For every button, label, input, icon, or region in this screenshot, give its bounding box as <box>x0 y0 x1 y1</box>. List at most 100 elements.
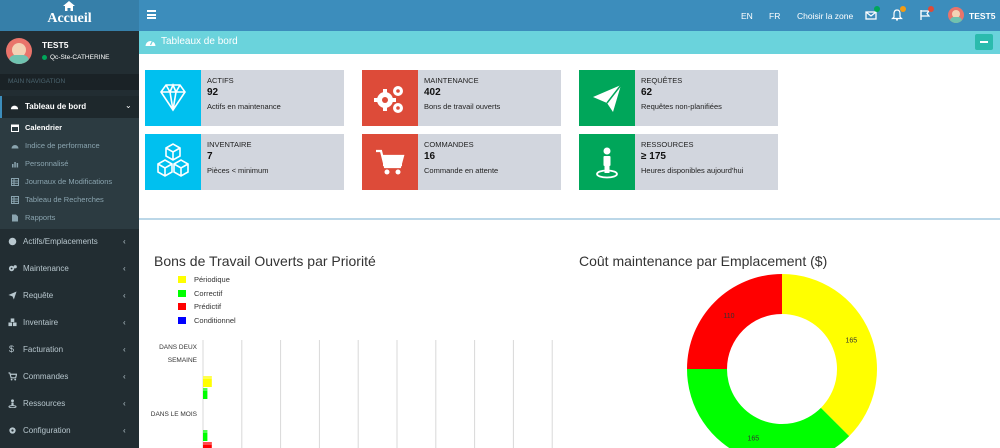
content-header: Tableaux de bord <box>139 31 1000 54</box>
info-box-number: 16 <box>424 151 436 162</box>
chevron-left-icon: ‹ <box>123 372 126 381</box>
sidebar-item-journaux[interactable]: Journaux de Modifications <box>0 173 139 191</box>
dashboard-submenu: Calendrier Indice de performance Personn… <box>0 118 139 229</box>
table-icon <box>11 196 19 204</box>
user-avatar[interactable] <box>948 7 964 23</box>
sidebar-item-inventaire[interactable]: Inventaire ‹ <box>0 313 139 333</box>
collapse-button[interactable] <box>975 34 993 50</box>
info-box-number: 7 <box>207 151 213 162</box>
cogs-icon <box>8 265 17 272</box>
user-menu-name[interactable]: TEST5 <box>969 11 995 21</box>
info-box-desc: Heures disponibles aujourd'hui <box>641 166 744 175</box>
globe-icon <box>8 237 17 246</box>
paper-plane-icon <box>593 84 622 112</box>
bar-highlight <box>203 430 208 433</box>
info-box-inventaire[interactable]: INVENTAIRE 7 Pièces < minimum <box>145 134 344 190</box>
app-logo[interactable]: Accueil <box>0 0 139 31</box>
envelope-badge <box>874 6 880 12</box>
minus-icon <box>980 41 988 43</box>
bar-chart-icon <box>12 162 19 168</box>
info-box-desc: Requêtes non-planifiées <box>641 102 722 111</box>
gear-icon <box>9 427 16 434</box>
sidebar-item-facturation[interactable]: $ Facturation ‹ <box>0 340 139 360</box>
info-box-desc: Bons de travail ouverts <box>424 102 501 111</box>
legend-swatch <box>178 317 186 324</box>
flag-badge <box>928 6 934 12</box>
diamond-icon <box>160 82 186 112</box>
file-icon <box>12 214 18 222</box>
sidebar-item-requete[interactable]: Requête ‹ <box>0 286 139 306</box>
legend-swatch <box>178 303 186 310</box>
paper-plane-icon <box>8 291 17 300</box>
chevron-left-icon: ‹ <box>123 399 126 408</box>
bar-highlight <box>203 388 208 391</box>
bar-chart-title: Bons de Travail Ouverts par Priorité <box>154 253 376 269</box>
sidebar-avatar <box>6 38 32 64</box>
sidebar-item-configuration[interactable]: Configuration ‹ <box>0 421 139 441</box>
cubes-icon <box>157 143 189 177</box>
nav-header: MAIN NAVIGATION <box>0 74 139 90</box>
cubes-icon <box>8 318 17 327</box>
lang-fr-link[interactable]: FR <box>769 11 780 21</box>
info-box-requetes[interactable]: REQUÊTES 62 Requêtes non-planifiées <box>579 70 778 126</box>
donut-chart-title: Coût maintenance par Emplacement ($) <box>579 253 828 269</box>
info-box-maintenance[interactable]: MAINTENANCE 402 Bons de travail ouverts <box>362 70 561 126</box>
user-panel: TEST5 Qc-Ste-CATHERINE <box>0 31 139 71</box>
info-box-desc: Actifs en maintenance <box>207 102 281 111</box>
sidebar-toggle-icon[interactable] <box>147 10 156 19</box>
donut-slice <box>782 274 877 437</box>
sidebar-item-maintenance[interactable]: Maintenance ‹ <box>0 259 139 279</box>
info-box-actifs[interactable]: ACTIFS 92 Actifs en maintenance <box>145 70 344 126</box>
section-divider <box>139 218 1000 220</box>
donut-chart: 165 165 110 <box>687 274 877 448</box>
sidebar-user-status: Qc-Ste-CATHERINE <box>42 54 109 61</box>
info-box-desc: Pièces < minimum <box>207 166 269 175</box>
donut-slice <box>687 274 782 369</box>
page-title: Tableaux de bord <box>161 36 238 47</box>
sidebar-item-rapports[interactable]: Rapports <box>0 209 139 227</box>
bar-highlight <box>203 376 212 379</box>
info-box-label: INVENTAIRE <box>207 140 252 149</box>
chevron-left-icon: ‹ <box>123 318 126 327</box>
chevron-left-icon: ‹ <box>123 291 126 300</box>
cart-icon <box>376 149 405 175</box>
calendar-icon <box>11 124 19 132</box>
person-pin-icon <box>596 147 618 179</box>
info-box-label: RESSOURCES <box>641 140 694 149</box>
sidebar-item-dashboard[interactable]: Tableau de bord ⌄ <box>0 96 139 118</box>
info-box-number: 92 <box>207 87 219 98</box>
legend-swatch <box>178 276 186 283</box>
info-box-label: MAINTENANCE <box>424 76 479 85</box>
chevron-left-icon: ‹ <box>123 264 126 273</box>
sidebar-item-recherches[interactable]: Tableau de Recherches <box>0 191 139 209</box>
logo-text: Accueil <box>47 11 92 26</box>
chevron-left-icon: ‹ <box>123 345 126 354</box>
category-label: DANS DEUX SEMAINE <box>159 344 197 364</box>
category-label: DANS LE MOIS <box>150 411 197 418</box>
sidebar-item-personnalise[interactable]: Personnalisé <box>0 155 139 173</box>
dashboard-icon <box>145 40 156 46</box>
info-box-ressources[interactable]: RESSOURCES ≥ 175 Heures disponibles aujo… <box>579 134 778 190</box>
online-status-icon <box>42 54 47 60</box>
chevron-left-icon: ‹ <box>123 426 126 435</box>
chevron-down-icon: ⌄ <box>125 101 132 110</box>
info-box-commandes[interactable]: COMMANDES 16 Commande en attente <box>362 134 561 190</box>
cart-icon <box>8 372 17 381</box>
zone-selector[interactable]: Choisir la zone <box>797 11 853 21</box>
dashboard-icon <box>10 105 19 110</box>
info-box-label: COMMANDES <box>424 140 474 149</box>
sidebar-item-commandes[interactable]: Commandes ‹ <box>0 367 139 387</box>
info-box-number: 402 <box>424 87 441 98</box>
table-icon <box>11 178 19 186</box>
sidebar-item-ressources[interactable]: Ressources ‹ <box>0 394 139 414</box>
sidebar-item-actifs[interactable]: Actifs/Emplacements ‹ <box>0 232 139 252</box>
bar-chart <box>202 340 553 448</box>
bar-highlight <box>203 442 212 445</box>
sidebar-item-indice-performance[interactable]: Indice de performance <box>0 137 139 155</box>
info-box-number: ≥ 175 <box>641 151 666 162</box>
lang-en-link[interactable]: EN <box>741 11 753 21</box>
legend-swatch <box>178 290 186 297</box>
top-navbar: EN FR Choisir la zone TEST5 <box>139 0 1000 31</box>
sidebar-item-calendrier[interactable]: Calendrier <box>0 119 139 137</box>
tachometer-icon <box>11 145 19 149</box>
